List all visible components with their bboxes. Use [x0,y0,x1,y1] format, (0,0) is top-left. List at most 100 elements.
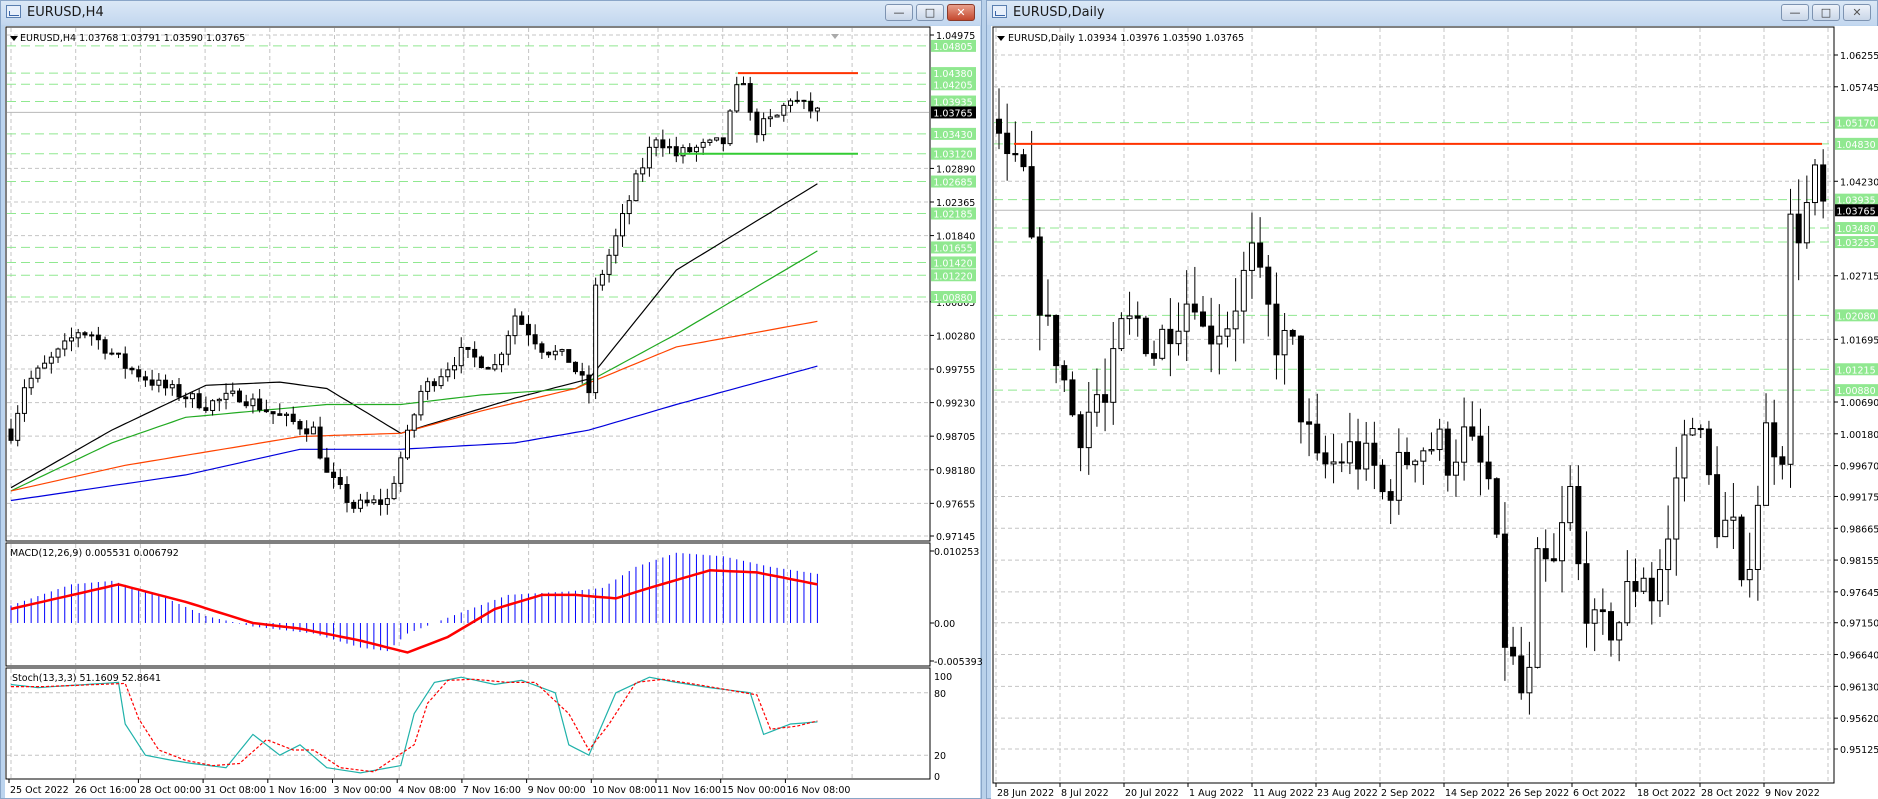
daily-candle [1763,422,1770,506]
h4-candle [814,107,820,112]
daily-candle [1404,451,1410,466]
level-label: 1.05170 [1836,119,1875,130]
stoch-tick-label: 100 [934,672,952,683]
daily-candle [1420,450,1427,462]
h4-candle [640,167,646,175]
daily-candle [1632,581,1639,592]
price-tick-label: 1.04230 [1840,177,1878,188]
charts-canvas[interactable]: 1.049751.028901.023651.018401.008051.002… [0,0,1878,799]
macd-tick-label: 0.00 [934,619,955,630]
daily-candle [1036,236,1043,316]
h4-candle [122,353,128,369]
h4-candle [667,146,673,149]
daily-candle [1134,315,1141,319]
h4-candle [485,367,491,370]
price-tick-label: 1.00280 [936,331,975,342]
h4-candle [586,374,592,394]
daily-candle [1110,348,1117,403]
h4-candle [801,99,807,102]
daily-candle [1338,461,1345,464]
h4-candle [673,146,679,157]
daily-candle [1257,242,1264,268]
h4-candle [505,335,511,355]
daily-candle [1575,486,1582,565]
level-label: 1.02685 [933,178,972,189]
daily-candle [1175,330,1182,345]
current-price-label: 1.03765 [933,108,972,119]
daily-candle [1730,516,1737,521]
price-tick-label: 0.98665 [1840,524,1878,535]
h4-candle [404,429,410,459]
h4-candle [788,100,794,106]
daily-candle [1191,303,1198,313]
price-tick-label: 0.95620 [1840,714,1878,725]
h4-candle [257,398,263,411]
h4-candle [472,348,478,358]
h4-candle [277,413,283,416]
daily-candle [1281,329,1288,356]
time-label: 15 Nov 00:00 [722,785,786,796]
h4-candle [89,334,95,337]
level-label: 1.04205 [933,80,972,91]
h4-candle [95,334,101,341]
h4-candle [183,396,189,400]
time-label: 1 Aug 2022 [1189,788,1244,799]
price-tick-label: 0.99175 [1840,492,1878,503]
daily-price-pane[interactable] [992,26,1835,784]
daily-candle [1673,477,1680,540]
price-tick-label: 0.97150 [1840,619,1878,630]
time-label: 31 Oct 08:00 [204,785,266,796]
time-label: 28 Jun 2022 [997,788,1054,799]
daily-candle [1240,269,1247,312]
h4-candle [109,352,115,355]
time-label: 9 Nov 2022 [1765,788,1820,799]
daily-candle [1714,474,1721,538]
price-tick-label: 0.98180 [936,466,975,477]
price-tick-label: 1.01840 [936,232,975,243]
daily-candle [1616,622,1623,641]
daily-candle [1314,423,1321,454]
stoch-label: Stoch(13,3,3) 51.1609 52.8641 [12,673,161,684]
daily-candle [1559,522,1566,562]
h4-candle [781,104,787,116]
h4-candle [42,362,48,369]
time-label: 1 Nov 16:00 [269,785,327,796]
daily-candle [1289,329,1296,337]
time-label: 26 Sep 2022 [1509,788,1569,799]
level-label: 1.04830 [1836,140,1875,151]
daily-candle [1053,314,1060,367]
daily-candle [1795,213,1802,244]
h4-candle [82,332,88,336]
level-label: 1.03120 [933,150,972,161]
daily-candle [1665,538,1672,571]
daily-candle [1444,428,1451,476]
daily-candle [1126,315,1133,320]
level-label: 1.00880 [933,293,972,304]
h4-candle [458,346,464,367]
h4-candle [559,349,565,352]
h4-candle [297,421,303,430]
h4-candle [391,482,397,500]
daily-candle [1648,577,1655,602]
level-label: 1.01220 [933,271,972,282]
price-tick-label: 0.96640 [1840,651,1878,662]
daily-candle [1436,428,1443,451]
price-tick-label: 1.01695 [1840,335,1878,346]
daily-candle [1077,414,1084,449]
h4-candle [344,483,350,503]
h4-candle [794,99,800,102]
h4-candle [452,365,458,371]
daily-candle [1044,314,1051,317]
daily-candle [1142,317,1149,355]
daily-candle [1346,441,1353,464]
h4-candle [324,457,330,473]
daily-candle [1183,303,1190,332]
daily-candle [1118,318,1125,350]
h4-candle [431,381,437,387]
h4-candle [163,379,169,389]
time-label: 28 Oct 00:00 [139,785,201,796]
macd-tick-label: 0.010253 [934,547,979,558]
daily-candle [1803,202,1810,244]
macd-pane[interactable] [5,542,931,667]
h4-candle [465,346,471,350]
